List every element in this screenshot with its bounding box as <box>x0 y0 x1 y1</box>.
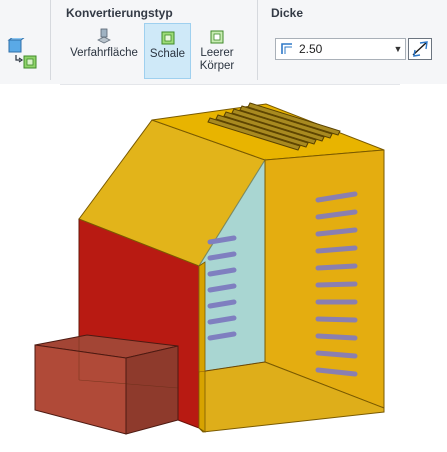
shell-label: Schale <box>149 48 186 60</box>
thickness-value: 2.50 <box>299 42 323 56</box>
references-icon <box>7 36 37 69</box>
shell-button[interactable]: Schale <box>144 23 191 79</box>
quilt-surface-icon <box>97 28 111 44</box>
empty-body-label: Leerer Körper <box>199 47 235 72</box>
protruding-box-side <box>125 345 179 435</box>
quilt-surface-label: Verfahrfläche <box>70 47 138 59</box>
quilt-surface-button[interactable]: Verfahrfläche <box>66 23 142 79</box>
ribbon-divider <box>257 0 258 80</box>
thickness-icon <box>281 43 292 54</box>
ribbon-divider <box>50 0 51 80</box>
protruding-box-front <box>34 344 127 435</box>
references-button[interactable] <box>6 36 42 72</box>
chevron-down-icon[interactable]: ▼ <box>391 44 405 54</box>
conversion-type-group-title: Konvertierungstyp <box>66 6 173 20</box>
flip-direction-button[interactable] <box>408 38 432 60</box>
model-viewport[interactable] <box>0 84 447 452</box>
thickness-group-title: Dicke <box>271 6 304 20</box>
front-edge-strip <box>198 261 206 433</box>
empty-body-icon <box>210 30 224 44</box>
shell-icon <box>161 31 174 45</box>
empty-body-button[interactable]: Leerer Körper <box>194 23 240 79</box>
ribbon-toolbar: Konvertierungstyp Verfahrfläche Schale L… <box>0 0 447 84</box>
thickness-input[interactable]: 2.50 ▼ <box>275 38 406 60</box>
flip-direction-icon <box>412 41 428 57</box>
